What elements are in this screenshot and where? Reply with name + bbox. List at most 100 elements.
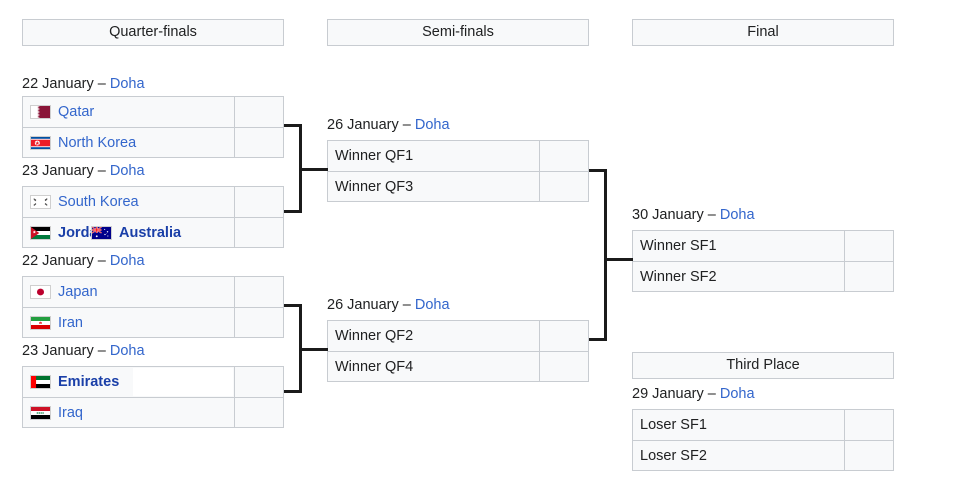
team-name: Winner SF1	[640, 238, 717, 254]
score-cell	[234, 308, 283, 337]
team-cell: Jordan	[23, 218, 234, 247]
score-cell	[539, 321, 588, 351]
bracket-connector-qf2-stub	[284, 210, 302, 213]
date-dash: –	[98, 343, 106, 359]
match-qf2: South Korea Jordan	[22, 186, 284, 248]
match-qf3: Japan Iran	[22, 276, 284, 338]
match-date-sf1: 26 January – Doha	[327, 117, 450, 134]
score-cell	[234, 97, 283, 127]
team-name[interactable]: Emirates	[58, 374, 119, 390]
venue-link-sf1[interactable]: Doha	[415, 117, 450, 133]
team-cell: Winner SF1	[633, 231, 844, 261]
qatar-flag-icon	[30, 105, 51, 119]
team-cell: Loser SF1	[633, 410, 844, 440]
date-dash: –	[708, 207, 716, 223]
table-row[interactable]: Loser SF2	[633, 440, 893, 470]
round-header-third-place: Third Place	[632, 352, 894, 379]
date-dash: –	[98, 76, 106, 92]
table-row[interactable]: South Korea	[23, 187, 283, 217]
date-text-qf1: 22 January	[22, 76, 94, 92]
bracket-connector-sf2-feed	[299, 348, 328, 351]
venue-link-qf1[interactable]: Doha	[110, 76, 145, 92]
team-name[interactable]: North Korea	[58, 135, 136, 151]
team-cell: North Korea	[23, 128, 234, 157]
team-name[interactable]: Japan	[58, 284, 98, 300]
match-sf1: Winner QF1 Winner QF3	[327, 140, 589, 202]
table-row[interactable]: Winner SF2	[633, 261, 893, 291]
team-name[interactable]: Qatar	[58, 104, 94, 120]
team-name[interactable]: Australia	[119, 225, 181, 241]
table-row[interactable]: North Korea	[23, 127, 283, 157]
table-row[interactable]: Qatar	[23, 97, 283, 127]
team-cell: Loser SF2	[633, 441, 844, 470]
round-header-quarterfinals: Quarter-finals	[22, 19, 284, 46]
uae-flag-icon	[30, 375, 51, 389]
match-date-qf3: 22 January – Doha	[22, 253, 145, 270]
north-korea-flag-icon	[30, 136, 51, 150]
table-row[interactable]: Emirates	[23, 367, 283, 397]
table-row[interactable]: Loser SF1	[633, 410, 893, 440]
team-cell: Emirates	[23, 367, 234, 397]
venue-link-final[interactable]: Doha	[720, 207, 755, 223]
team-name[interactable]: Iraq	[58, 405, 83, 421]
table-row[interactable]: Jordan	[23, 217, 283, 247]
match-date-qf2: 23 January – Doha	[22, 163, 145, 180]
score-cell	[234, 218, 283, 247]
date-text-third-place: 29 January	[632, 386, 704, 402]
date-text-qf2: 23 January	[22, 163, 94, 179]
table-row[interactable]: Winner QF4	[328, 351, 588, 381]
bracket-connector-sf2-out-stub	[589, 338, 607, 341]
score-cell	[234, 187, 283, 217]
bracket-connector-final-vertical	[604, 169, 607, 341]
table-row[interactable]: Iran	[23, 307, 283, 337]
team-name: Winner QF3	[335, 179, 413, 195]
table-row[interactable]: Japan	[23, 277, 283, 307]
date-text-qf3: 22 January	[22, 253, 94, 269]
team-name: Loser SF1	[640, 417, 707, 433]
team-name: Winner QF2	[335, 328, 413, 344]
team-cell: Qatar	[23, 97, 234, 127]
date-dash: –	[403, 297, 411, 313]
venue-link-qf4[interactable]: Doha	[110, 343, 145, 359]
team-name: Winner QF1	[335, 148, 413, 164]
venue-link-third-place[interactable]: Doha	[720, 386, 755, 402]
team-name[interactable]: Iran	[58, 315, 83, 331]
score-cell	[234, 128, 283, 157]
venue-link-qf2[interactable]: Doha	[110, 163, 145, 179]
round-header-semifinals: Semi-finals	[327, 19, 589, 46]
team-cell: Iran	[23, 308, 234, 337]
team-name: Winner QF4	[335, 359, 413, 375]
table-row[interactable]: Winner SF1	[633, 231, 893, 261]
venue-link-sf2[interactable]: Doha	[415, 297, 450, 313]
match-qf4: Emirates	[22, 366, 284, 428]
round-header-final: Final	[632, 19, 894, 46]
team-cell: Winner QF1	[328, 141, 539, 171]
team-cell: Winner QF2	[328, 321, 539, 351]
score-cell	[844, 441, 893, 470]
date-dash: –	[98, 163, 106, 179]
match-date-qf1: 22 January – Doha	[22, 76, 145, 93]
table-row[interactable]: Winner QF3	[328, 171, 588, 201]
score-cell	[234, 367, 283, 397]
team-name[interactable]: South Korea	[58, 194, 139, 210]
match-sf2: Winner QF2 Winner QF4	[327, 320, 589, 382]
table-row[interactable]: Winner QF2	[328, 321, 588, 351]
japan-flag-icon	[30, 285, 51, 299]
jordan-flag-icon	[30, 226, 51, 240]
date-dash: –	[98, 253, 106, 269]
table-row[interactable]: Iraq	[23, 397, 283, 427]
match-qf1: Qatar North Korea	[22, 96, 284, 158]
venue-link-qf3[interactable]: Doha	[110, 253, 145, 269]
bracket-connector-final-feed	[604, 258, 633, 261]
score-cell	[844, 410, 893, 440]
score-cell	[234, 277, 283, 307]
date-text-sf1: 26 January	[327, 117, 399, 133]
team-cell: Winner QF4	[328, 352, 539, 381]
table-row[interactable]: Winner QF1	[328, 141, 588, 171]
bracket-connector-qf4-stub	[284, 390, 302, 393]
team-cell: Winner QF3	[328, 172, 539, 201]
team-cell: Iraq	[23, 398, 234, 427]
tournament-bracket: Quarter-finals Semi-finals Final Third P…	[0, 0, 962, 502]
score-cell	[844, 262, 893, 291]
score-cell	[539, 352, 588, 381]
